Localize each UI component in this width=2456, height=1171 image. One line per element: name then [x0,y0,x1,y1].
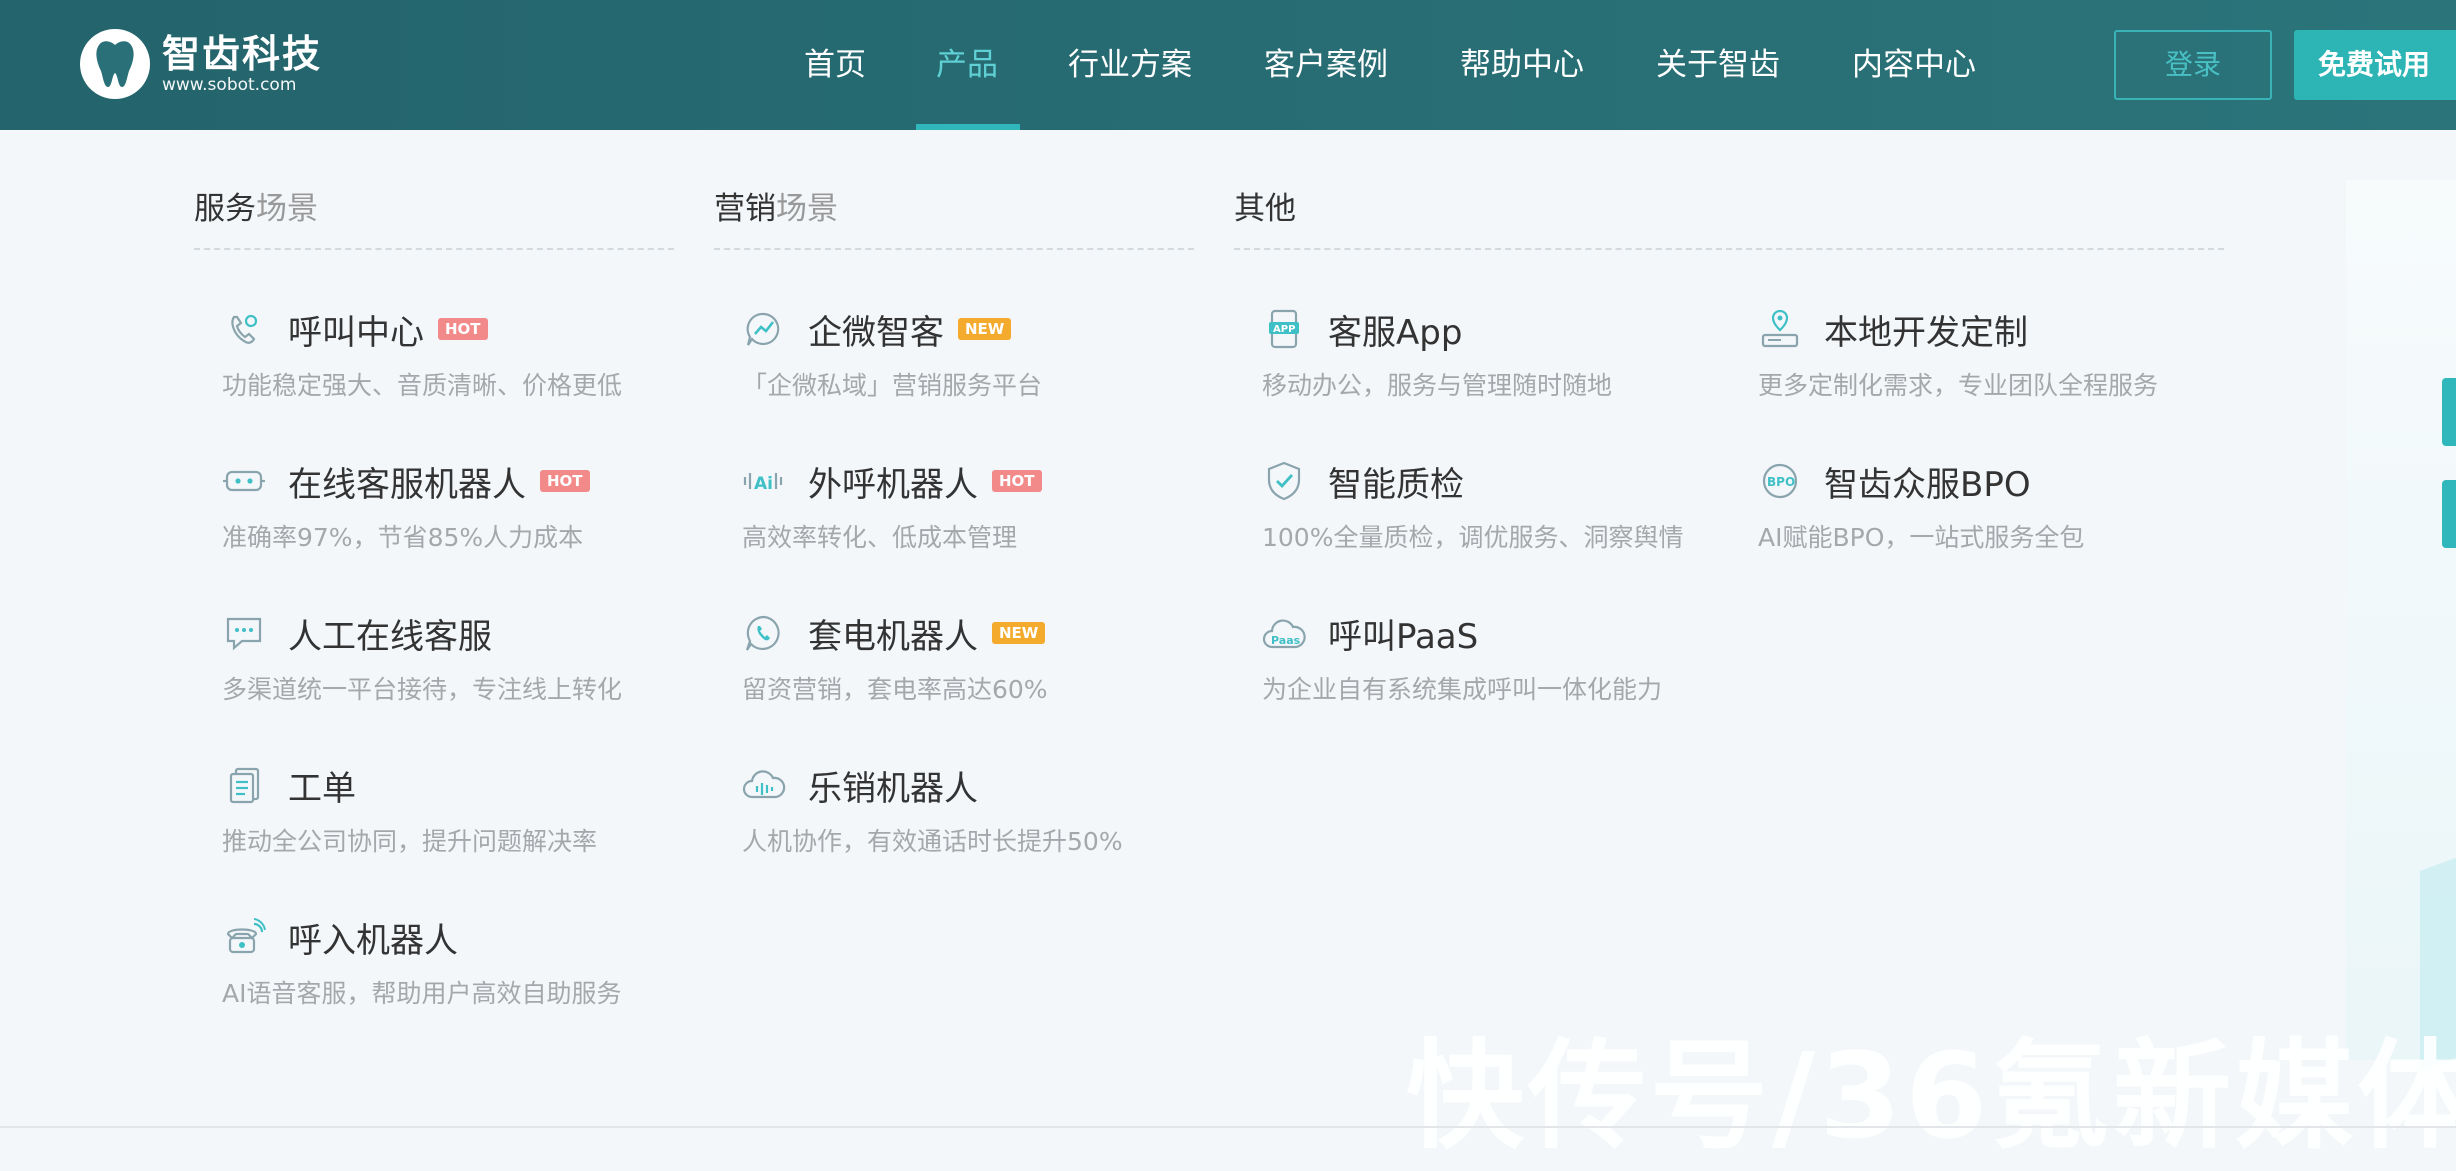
item-desc: AI语音客服，帮助用户高效自助服务 [222,979,622,1008]
nav-about[interactable]: 关于智齿 [1656,0,1780,130]
other-title-main: 其他 [1234,191,1296,227]
item-desc: 人机协作，有效通话时长提升50% [742,827,1123,856]
hot-badge: HOT [992,470,1042,492]
item-name: 套电机器人 [808,616,978,657]
nav-products[interactable]: 产品 [936,0,998,130]
nav-home[interactable]: 首页 [804,0,866,130]
item-desc: 多渠道统一平台接待，专注线上转化 [222,675,623,704]
menu-item-le-xiao-bot[interactable]: 乐销机器人 人机协作，有效通话时长提升50% [742,762,1123,858]
svg-text:BPO: BPO [1767,475,1795,489]
nav-help-center[interactable]: 帮助中心 [1460,0,1584,130]
marketing-title-main: 营销 [714,191,776,227]
item-desc: 功能稳定强大、音质清晰、价格更低 [222,371,623,400]
telephone-icon [222,915,266,959]
item-desc: 100%全量质检，调优服务、洞察舆情 [1262,523,1684,552]
login-button[interactable]: 登录 [2114,30,2272,100]
bottom-divider [0,1126,2456,1128]
item-name: 呼入机器人 [288,920,458,961]
svg-text:Paas: Paas [1271,634,1301,647]
other-section-title: 其他 [1234,183,2224,250]
top-header: 智齿科技 www.sobot.com 首页 产品 行业方案 客户案例 帮助中心 … [0,0,2456,130]
nav-content-center[interactable]: 内容中心 [1852,0,1976,130]
chat-bubble-icon [222,611,266,655]
item-desc: 留资营销，套电率高达60% [742,675,1048,704]
logo-url: www.sobot.com [162,75,297,95]
side-tab-2[interactable] [2442,480,2456,548]
new-badge: NEW [958,318,1012,340]
nav-customer-cases[interactable]: 客户案例 [1264,0,1388,130]
item-desc: 「企微私域」营销服务平台 [742,371,1043,400]
menu-item-wecom-smart-customer[interactable]: 企微智客 NEW 「企微私域」营销服务平台 [742,306,1042,402]
item-desc: 移动办公，服务与管理随时随地 [1262,371,1613,400]
item-name: 客服App [1328,312,1463,353]
service-title-sub: 场景 [256,191,318,227]
item-name: 人工在线客服 [288,616,492,657]
svg-text:Ai: Ai [754,474,773,494]
menu-item-smart-qa[interactable]: 智能质检 100%全量质检，调优服务、洞察舆情 [1262,458,1683,554]
nav-industry-solutions[interactable]: 行业方案 [1068,0,1192,130]
svg-text:APP: APP [1273,324,1295,335]
menu-item-call-center[interactable]: 呼叫中心 HOT 功能稳定强大、音质清晰、价格更低 [222,306,622,402]
item-desc: 为企业自有系统集成呼叫一体化能力 [1262,675,1663,704]
item-desc: 推动全公司协同，提升问题解决率 [222,827,598,856]
document-icon [222,763,266,807]
shield-check-icon [1262,459,1306,503]
menu-item-local-custom-dev[interactable]: 本地开发定制 更多定制化需求，专业团队全程服务 [1758,306,2158,402]
side-tab-1[interactable] [2442,378,2456,446]
item-name: 工单 [288,768,356,809]
item-desc: 准确率97%，节省85%人力成本 [222,523,584,552]
new-badge: NEW [992,622,1046,644]
menu-item-lead-capture-bot[interactable]: 套电机器人 NEW 留资营销，套电率高达60% [742,610,1048,706]
bpo-icon: BPO [1758,459,1802,503]
phone-call-icon [222,307,266,351]
menu-item-call-paas[interactable]: Paas 呼叫PaaS 为企业自有系统集成呼叫一体化能力 [1262,610,1662,706]
menu-item-outbound-bot[interactable]: Ai 外呼机器人 HOT 高效率转化、低成本管理 [742,458,1042,554]
item-name: 外呼机器人 [808,464,978,505]
tooth-logo-icon [80,29,150,99]
free-trial-button[interactable]: 免费试用 [2294,30,2456,100]
paas-cloud-icon: Paas [1262,611,1306,655]
trend-chat-icon [742,307,786,351]
logo-name: 智齿科技 [162,32,323,76]
item-name: 乐销机器人 [808,768,978,809]
marketing-section-title: 营销场景 [714,183,1194,250]
marketing-title-sub: 场景 [776,191,838,227]
service-section-title: 服务场景 [194,183,674,250]
watermark-text: 快传号/36氪新媒体 [1406,1027,2456,1165]
hot-badge: HOT [540,470,590,492]
phone-bubble-icon [742,611,786,655]
item-name: 呼叫PaaS [1328,616,1479,657]
menu-item-ticket[interactable]: 工单 推动全公司协同，提升问题解决率 [222,762,597,858]
item-name: 在线客服机器人 [288,464,526,505]
ai-voice-icon: Ai [742,459,786,503]
item-desc: AI赋能BPO，一站式服务全包 [1758,523,2085,552]
menu-item-online-bot[interactable]: 在线客服机器人 HOT 准确率97%，节省85%人力成本 [222,458,590,554]
item-name: 本地开发定制 [1824,312,2028,353]
service-title-main: 服务 [194,191,256,227]
menu-item-bpo[interactable]: BPO 智齿众服BPO AI赋能BPO，一站式服务全包 [1758,458,2084,554]
item-name: 智能质检 [1328,464,1464,505]
hot-badge: HOT [438,318,488,340]
menu-item-service-app[interactable]: APP 客服App 移动办公，服务与管理随时随地 [1262,306,1612,402]
logo[interactable]: 智齿科技 www.sobot.com [80,26,322,102]
app-icon: APP [1262,307,1306,351]
menu-item-inbound-bot[interactable]: 呼入机器人 AI语音客服，帮助用户高效自助服务 [222,914,621,1010]
item-desc: 高效率转化、低成本管理 [742,523,1018,552]
item-name: 企微智客 [808,312,944,353]
menu-item-human-online-service[interactable]: 人工在线客服 多渠道统一平台接待，专注线上转化 [222,610,622,706]
robot-icon [222,459,266,503]
item-name: 呼叫中心 [288,312,424,353]
cloud-wave-icon [742,763,786,807]
active-nav-indicator [916,124,1020,130]
item-name: 智齿众服BPO [1824,464,2031,505]
server-pin-icon [1758,307,1802,351]
item-desc: 更多定制化需求，专业团队全程服务 [1758,371,2159,400]
